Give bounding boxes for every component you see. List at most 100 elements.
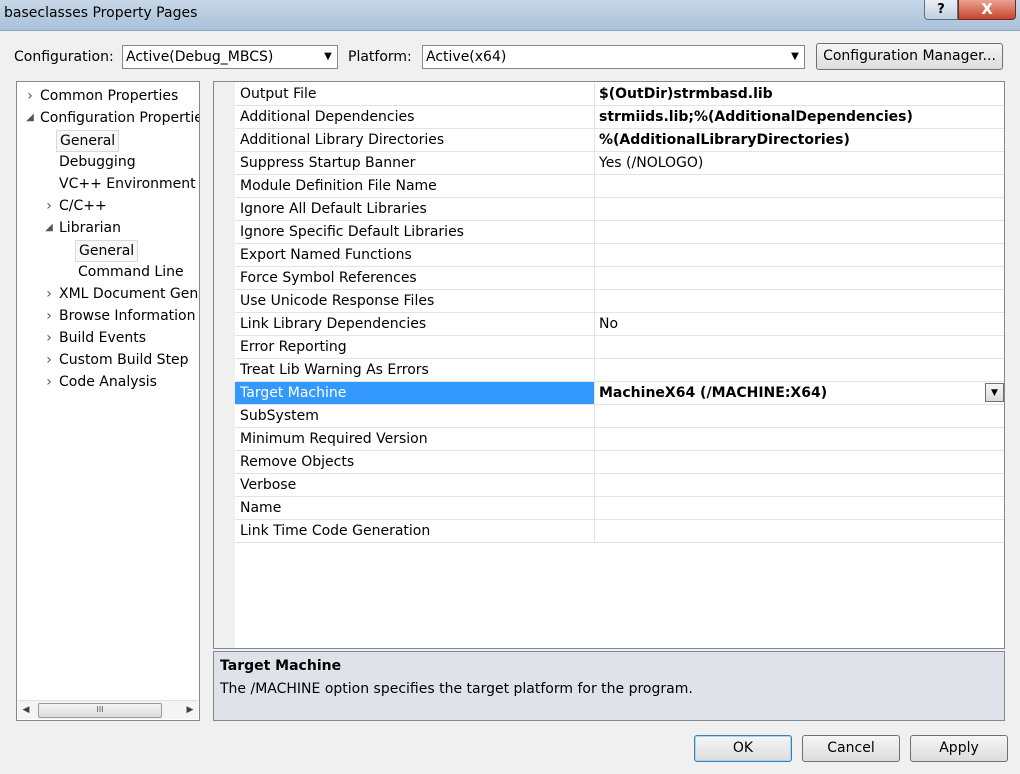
property-name: Suppress Startup Banner bbox=[235, 152, 595, 174]
property-value[interactable] bbox=[596, 474, 1004, 496]
property-name: Ignore All Default Libraries bbox=[235, 198, 595, 220]
property-row[interactable]: Link Time Code Generation bbox=[235, 520, 1004, 543]
property-name: Force Symbol References bbox=[235, 267, 595, 289]
expand-arrow-icon[interactable]: › bbox=[44, 284, 54, 304]
description-panel: Target Machine The /MACHINE option speci… bbox=[213, 651, 1005, 721]
property-row[interactable]: Error Reporting bbox=[235, 336, 1004, 359]
property-value[interactable] bbox=[596, 175, 1004, 197]
property-value[interactable]: MachineX64 (/MACHINE:X64) bbox=[596, 382, 1004, 404]
scroll-thumb[interactable]: III bbox=[38, 703, 162, 718]
property-row[interactable]: Force Symbol References bbox=[235, 267, 1004, 290]
property-row[interactable]: Use Unicode Response Files bbox=[235, 290, 1004, 313]
property-value[interactable] bbox=[596, 267, 1004, 289]
property-name: Additional Library Directories bbox=[235, 129, 595, 151]
platform-dropdown[interactable]: Active(x64) ▼ bbox=[422, 45, 805, 69]
property-row[interactable]: Link Library Dependencies No bbox=[235, 313, 1004, 336]
tree-item-label: Build Events bbox=[59, 330, 146, 346]
tree-item-label: VC++ Environment V bbox=[59, 176, 200, 192]
property-name: Name bbox=[235, 497, 595, 519]
property-row[interactable]: Name bbox=[235, 497, 1004, 520]
property-name: Output File bbox=[235, 83, 595, 105]
property-value[interactable] bbox=[596, 497, 1004, 519]
chevron-down-icon: ▼ bbox=[791, 51, 799, 62]
property-name: Link Library Dependencies bbox=[235, 313, 595, 335]
tree-item-label: C/C++ bbox=[59, 198, 107, 214]
window-title: baseclasses Property Pages bbox=[4, 5, 198, 21]
property-row[interactable]: Verbose bbox=[235, 474, 1004, 497]
scroll-right-icon[interactable]: ▶ bbox=[182, 701, 198, 719]
expand-arrow-icon[interactable]: › bbox=[44, 196, 54, 216]
chevron-down-icon[interactable]: ▼ bbox=[985, 383, 1004, 402]
property-value[interactable]: $(OutDir)strmbasd.lib bbox=[596, 83, 1004, 105]
property-value[interactable] bbox=[596, 428, 1004, 450]
property-name: Target Machine bbox=[235, 382, 595, 404]
expand-arrow-icon[interactable]: › bbox=[44, 350, 54, 370]
property-value[interactable]: No bbox=[596, 313, 1004, 335]
property-row[interactable]: Additional Library Directories %(Addition… bbox=[235, 129, 1004, 152]
collapse-arrow-icon[interactable]: ◢ bbox=[25, 108, 35, 128]
expand-arrow-icon[interactable]: › bbox=[44, 328, 54, 348]
property-value[interactable]: strmiids.lib;%(AdditionalDependencies) bbox=[596, 106, 1004, 128]
property-value[interactable]: %(AdditionalLibraryDirectories) bbox=[596, 129, 1004, 151]
property-name: Error Reporting bbox=[235, 336, 595, 358]
configuration-dropdown[interactable]: Active(Debug_MBCS) ▼ bbox=[122, 45, 338, 69]
property-name: Additional Dependencies bbox=[235, 106, 595, 128]
property-row[interactable]: Minimum Required Version bbox=[235, 428, 1004, 451]
property-value[interactable] bbox=[596, 520, 1004, 542]
category-tree[interactable]: › Common Properties ◢ Configuration Propert… bbox=[16, 81, 200, 721]
property-name: Treat Lib Warning As Errors bbox=[235, 359, 595, 381]
tree-item-label: Common Properties bbox=[40, 88, 179, 104]
close-button[interactable]: X bbox=[958, 0, 1016, 20]
property-value[interactable] bbox=[596, 359, 1004, 381]
property-value[interactable] bbox=[596, 451, 1004, 473]
description-text: The /MACHINE option specifies the target… bbox=[220, 681, 693, 697]
property-row[interactable]: Output File $(OutDir)strmbasd.lib bbox=[235, 83, 1004, 106]
ok-button[interactable]: OK bbox=[694, 735, 792, 762]
property-name: Verbose bbox=[235, 474, 595, 496]
property-row[interactable]: Export Named Functions bbox=[235, 244, 1004, 267]
tree-item-label: Debugging bbox=[59, 154, 136, 170]
property-row[interactable]: Target Machine MachineX64 (/MACHINE:X64) ▼ bbox=[235, 382, 1004, 405]
property-value[interactable]: Yes (/NOLOGO) bbox=[596, 152, 1004, 174]
property-value[interactable] bbox=[596, 244, 1004, 266]
tree-item-label: General bbox=[56, 130, 120, 152]
tree-item-label: Command Line bbox=[78, 264, 184, 280]
description-title: Target Machine bbox=[220, 658, 342, 674]
expand-arrow-icon[interactable]: › bbox=[44, 306, 54, 326]
property-name: Link Time Code Generation bbox=[235, 520, 595, 542]
property-value[interactable] bbox=[596, 221, 1004, 243]
help-button[interactable]: ? bbox=[924, 0, 958, 20]
property-name: Remove Objects bbox=[235, 451, 595, 473]
property-value[interactable] bbox=[596, 336, 1004, 358]
tree-item-label: Custom Build Step bbox=[59, 352, 189, 368]
title-bar: baseclasses Property Pages ? X bbox=[0, 0, 1020, 31]
property-grid[interactable]: Output File $(OutDir)strmbasd.lib Addition… bbox=[213, 81, 1005, 649]
chevron-down-icon: ▼ bbox=[324, 51, 332, 62]
property-row[interactable]: Remove Objects bbox=[235, 451, 1004, 474]
property-row[interactable]: Treat Lib Warning As Errors bbox=[235, 359, 1004, 382]
property-row[interactable]: SubSystem bbox=[235, 405, 1004, 428]
expand-arrow-icon[interactable]: › bbox=[44, 372, 54, 392]
collapse-arrow-icon[interactable]: ◢ bbox=[44, 218, 54, 238]
tree-item-label: Configuration Propertie bbox=[40, 110, 200, 126]
property-row[interactable]: Module Definition File Name bbox=[235, 175, 1004, 198]
property-row[interactable]: Additional Dependencies strmiids.lib;%(Ad… bbox=[235, 106, 1004, 129]
property-value[interactable] bbox=[596, 198, 1004, 220]
property-name: Module Definition File Name bbox=[235, 175, 595, 197]
platform-value: Active(x64) bbox=[426, 49, 507, 65]
tree-item-label: XML Document Gene bbox=[59, 286, 200, 302]
property-name: Export Named Functions bbox=[235, 244, 595, 266]
apply-button[interactable]: Apply bbox=[910, 735, 1008, 762]
property-name: Minimum Required Version bbox=[235, 428, 595, 450]
property-row[interactable]: Suppress Startup Banner Yes (/NOLOGO) bbox=[235, 152, 1004, 175]
cancel-button[interactable]: Cancel bbox=[802, 735, 900, 762]
property-row[interactable]: Ignore All Default Libraries bbox=[235, 198, 1004, 221]
expand-arrow-icon[interactable]: › bbox=[25, 86, 35, 106]
tree-item-label: Librarian bbox=[59, 220, 122, 236]
property-value[interactable] bbox=[596, 405, 1004, 427]
scroll-left-icon[interactable]: ◀ bbox=[18, 701, 34, 719]
tree-horizontal-scrollbar[interactable]: ◀ III ▶ bbox=[18, 700, 198, 719]
configuration-manager-button[interactable]: Configuration Manager... bbox=[816, 43, 1003, 70]
property-row[interactable]: Ignore Specific Default Libraries bbox=[235, 221, 1004, 244]
property-value[interactable] bbox=[596, 290, 1004, 312]
